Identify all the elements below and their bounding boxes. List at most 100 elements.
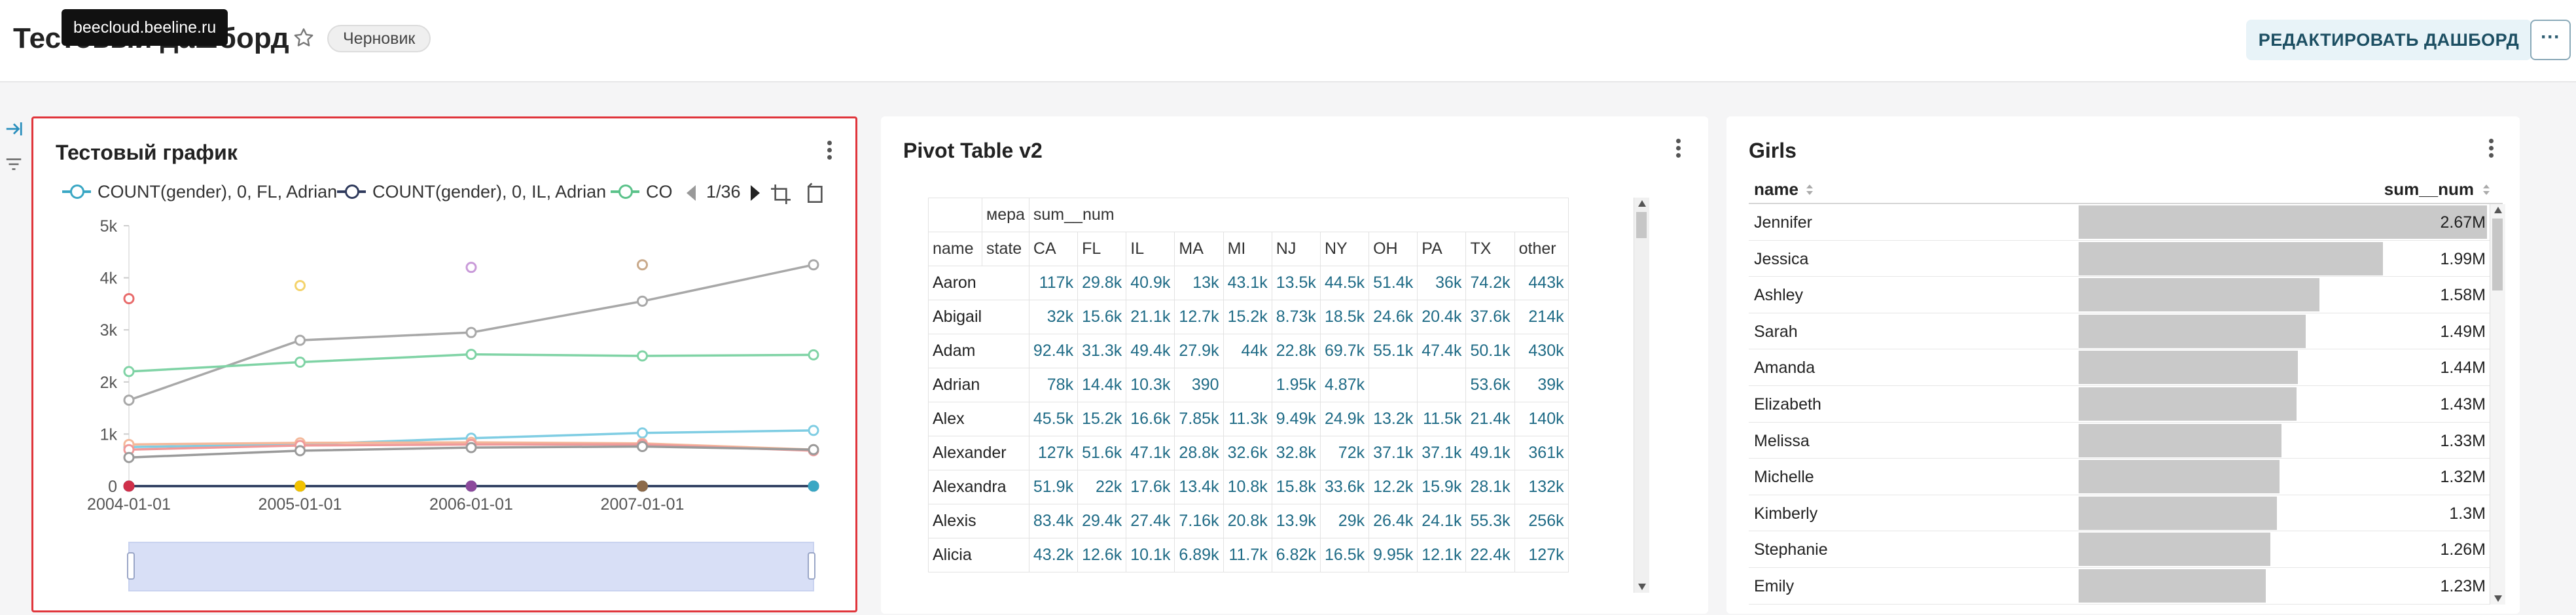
table-row[interactable]: Melissa 1.33M: [1749, 423, 2503, 459]
pivot-column-header[interactable]: CA: [1028, 232, 1079, 266]
pivot-column-header[interactable]: OH: [1368, 232, 1418, 266]
table-row[interactable]: Jennifer 2.67M: [1749, 204, 2503, 241]
pivot-cell: 27.4k: [1126, 504, 1175, 538]
pivot-cell: 9.49k: [1271, 402, 1321, 436]
girls-menu-icon[interactable]: [2486, 136, 2496, 165]
pivot-cell: 49.4k: [1126, 334, 1175, 368]
data-point: [295, 334, 306, 346]
data-point: [637, 295, 648, 307]
pivot-cell: 26.4k: [1368, 504, 1418, 538]
pivot-cell: 7.85k: [1174, 402, 1224, 436]
pivot-cell: 6.82k: [1271, 538, 1321, 572]
pivot-menu-icon[interactable]: [1673, 136, 1683, 165]
pivot-cell: 44.5k: [1319, 266, 1370, 300]
table-row[interactable]: Ashley 1.58M: [1749, 277, 2503, 313]
pivot-cell: 31.3k: [1077, 334, 1127, 368]
legend-pager: 1/36: [706, 182, 741, 202]
pivot-row-name: Alexander: [928, 436, 1029, 470]
pivot-cell: 22.4k: [1465, 538, 1515, 572]
row-name: Jessica: [1754, 249, 1809, 268]
pivot-column-header[interactable]: other: [1514, 232, 1569, 266]
pivot-cell: 13k: [1174, 266, 1224, 300]
pivot-cell: 12.7k: [1174, 300, 1224, 334]
pivot-cell: 1.95k: [1271, 368, 1321, 402]
pivot-column-header[interactable]: PA: [1417, 232, 1467, 266]
pivot-cell: 37.1k: [1417, 436, 1467, 470]
pivot-cell: 214k: [1514, 300, 1569, 334]
pivot-column-header[interactable]: NJ: [1271, 232, 1321, 266]
data-point: [295, 480, 306, 492]
chart-menu-icon[interactable]: [824, 138, 834, 167]
pivot-cell: 13.4k: [1174, 470, 1224, 504]
row-value: 1.33M: [2440, 431, 2486, 450]
pivot-cell: 55.3k: [1465, 504, 1515, 538]
pivot-column-header[interactable]: MI: [1223, 232, 1272, 266]
pivot-title: Pivot Table v2: [903, 139, 1043, 162]
pivot-cell: 15.8k: [1271, 470, 1321, 504]
table-row[interactable]: Sarah 1.49M: [1749, 313, 2503, 350]
dashboard-header: Тестовый дашборд Черновик beecloud.beeli…: [0, 0, 2576, 82]
table-row[interactable]: Emily 1.23M: [1749, 568, 2503, 605]
column-header-name[interactable]: name: [1754, 179, 1798, 200]
y-tick-label: 3k: [100, 321, 118, 340]
row-value: 1.32M: [2440, 468, 2486, 487]
table-row: Aaron 117k 29.8k 40.9k 13k 43.1k 13.5k 44.5k 51.…: [928, 266, 1569, 300]
pivot-cell: 74.2k: [1465, 266, 1515, 300]
pivot-cell: 10.8k: [1223, 470, 1272, 504]
pivot-cell: 12.1k: [1417, 538, 1467, 572]
pivot-cell: 37.1k: [1368, 436, 1418, 470]
pivot-cell: 32.8k: [1271, 436, 1321, 470]
girls-table-body[interactable]: Jennifer 2.67M Jessica 1.99M Ashley 1.58M Sara…: [1749, 204, 2503, 606]
pivot-cell: 51.9k: [1028, 470, 1079, 504]
legend-label: COUNT(gender), 0, IL, Adrian: [372, 182, 607, 202]
pivot-table-scroll[interactable]: мера sum__num state CA FL IL MA MI NJ NY OH PA TX oth…: [928, 198, 1630, 593]
pivot-cell: 18.5k: [1319, 300, 1370, 334]
legend-next-icon[interactable]: [747, 184, 762, 202]
edit-dashboard-button[interactable]: РЕДАКТИРОВАТЬ ДАШБОРД: [2246, 20, 2531, 60]
table-row[interactable]: Jessica 1.99M: [1749, 241, 2503, 277]
pivot-cell: 49.1k: [1465, 436, 1515, 470]
pivot-column-header[interactable]: IL: [1126, 232, 1175, 266]
pivot-column-header[interactable]: TX: [1465, 232, 1515, 266]
table-row[interactable]: Amanda 1.44M: [1749, 349, 2503, 386]
filter-icon[interactable]: [4, 154, 24, 174]
data-point: [465, 480, 477, 492]
sort-icon[interactable]: [2482, 183, 2491, 196]
column-header-value[interactable]: sum__num: [2384, 179, 2474, 200]
legend-label: CO: [646, 182, 673, 202]
pivot-column-header[interactable]: FL: [1077, 232, 1127, 266]
pivot-cell: 22k: [1077, 470, 1127, 504]
data-point: [123, 395, 135, 406]
pivot-column-header[interactable]: MA: [1174, 232, 1224, 266]
pivot-cell: 7.16k: [1174, 504, 1224, 538]
sort-icon[interactable]: [1805, 183, 1814, 196]
pivot-column-header[interactable]: NY: [1319, 232, 1370, 266]
row-value: 1.58M: [2440, 286, 2486, 305]
pivot-cell: 361k: [1514, 436, 1569, 470]
row-name: Elizabeth: [1754, 395, 1821, 413]
table-row[interactable]: Stephanie 1.26M: [1749, 531, 2503, 568]
girls-scrollbar[interactable]: [2490, 204, 2505, 605]
more-actions-button[interactable]: ···: [2530, 20, 2571, 60]
pivot-row-name: Aaron: [928, 266, 1029, 300]
pivot-cell: 51.6k: [1077, 436, 1127, 470]
table-row[interactable]: Elizabeth 1.43M: [1749, 386, 2503, 423]
row-value: 1.26M: [2440, 540, 2486, 559]
star-icon[interactable]: [292, 26, 315, 50]
table-row: Abigail 32k 15.6k 21.1k 12.7k 15.2k 8.73k 18.5k…: [928, 300, 1569, 334]
zoom-icon[interactable]: [768, 181, 794, 207]
table-row[interactable]: Michelle 1.32M: [1749, 459, 2503, 495]
pivot-cell: 22.8k: [1271, 334, 1321, 368]
pivot-cell: 45.5k: [1028, 402, 1079, 436]
pivot-cell: 24.1k: [1417, 504, 1467, 538]
zoom-reset-icon[interactable]: [803, 181, 829, 207]
row-value: 1.3M: [2449, 504, 2486, 523]
pivot-cell: 12.6k: [1077, 538, 1127, 572]
legend-prev-icon[interactable]: [684, 184, 700, 202]
pivot-scrollbar[interactable]: [1634, 198, 1649, 593]
pivot-cell: 132k: [1514, 470, 1569, 504]
pivot-cell: 44k: [1223, 334, 1272, 368]
pivot-cell: 29.4k: [1077, 504, 1127, 538]
expand-panel-icon[interactable]: [4, 119, 24, 139]
table-row[interactable]: Kimberly 1.3M: [1749, 495, 2503, 532]
